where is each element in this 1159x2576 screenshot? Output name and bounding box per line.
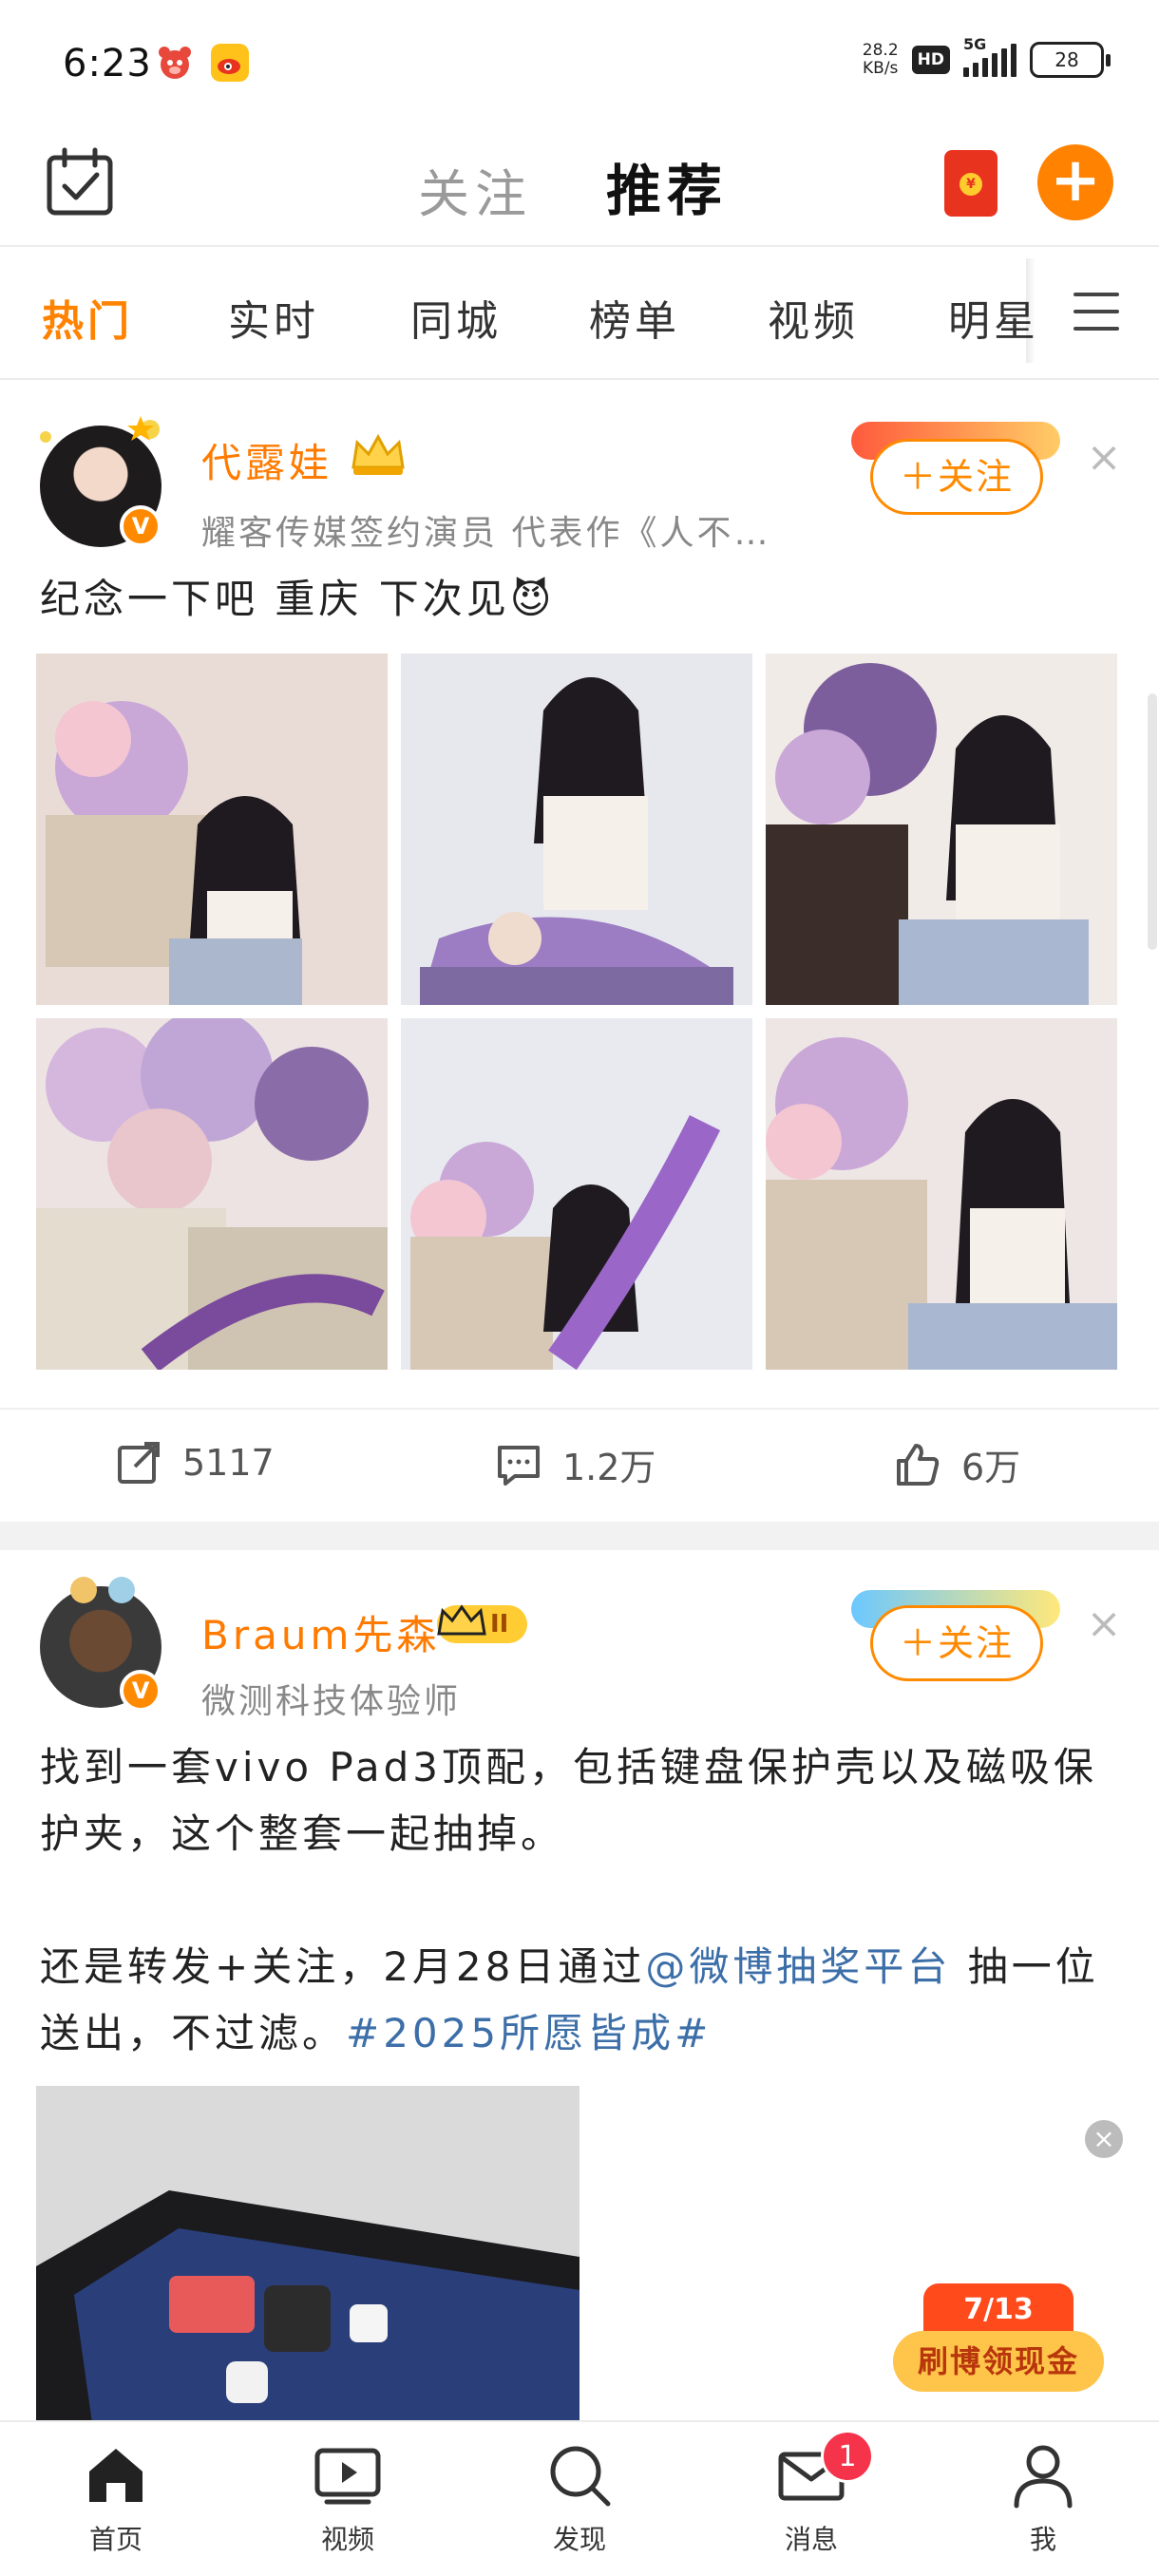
menu-icon[interactable] — [1074, 293, 1119, 331]
tab-recommend[interactable]: 推荐 — [606, 146, 728, 226]
status-bar: 6:23 28.2 KB/s HD 5G 28 — [0, 0, 1159, 123]
nav-discover[interactable]: 发现 — [522, 2439, 636, 2557]
vip-crown-icon — [352, 433, 405, 475]
signal-icon: 5G — [963, 35, 1016, 77]
close-icon[interactable]: × — [1085, 437, 1123, 479]
side-scroll-indicator — [1148, 693, 1157, 950]
reward-progress: 7/13 — [923, 2283, 1074, 2337]
coin-icon: ¥ — [960, 173, 982, 196]
comment-button[interactable]: 1.2万 — [494, 1438, 656, 1490]
battery-level: 28 — [1054, 48, 1079, 71]
reward-label: 刷博领现金 — [893, 2331, 1104, 2392]
top-header: 关注 推荐 ¥ + — [0, 123, 1159, 247]
avatar-frame-decoration — [40, 416, 160, 443]
repost-count: 5117 — [182, 1442, 275, 1484]
nav-messages[interactable]: 1 消息 — [754, 2430, 874, 2557]
status-indicators: 28.2 KB/s HD 5G 28 — [862, 35, 1111, 78]
post-photo[interactable] — [401, 1018, 752, 1370]
verified-badge-icon: V — [120, 1670, 162, 1712]
channel-bar: 热门 实时 同城 榜单 视频 明星 — [0, 249, 1159, 380]
post-text: 找到一套vivo Pad3顶配，包括键盘保护壳以及磁吸保 护夹，这个整套一起抽掉… — [40, 1744, 1099, 2056]
post-divider — [0, 1522, 1159, 1550]
post-photo[interactable] — [36, 653, 388, 1005]
weibo-notification-icon — [211, 44, 249, 82]
post-username[interactable]: Braum先森 — [201, 1603, 440, 1661]
channel-fade — [1026, 258, 1036, 363]
thumbs-up-icon — [897, 1443, 940, 1486]
channel-local[interactable]: 同城 — [410, 287, 502, 348]
user-description: 微测科技体验师 — [201, 1682, 462, 1721]
like-button[interactable]: 6万 — [893, 1438, 1020, 1490]
user-description: 耀客传媒签约演员 代表作《人不… — [201, 514, 771, 553]
share-icon — [118, 1442, 160, 1484]
post-photo[interactable] — [401, 653, 752, 1005]
follow-button[interactable]: ＋关注 — [870, 1605, 1043, 1681]
notification-app-icon — [156, 44, 194, 82]
profile-icon — [1014, 2445, 1073, 2509]
feed-post: V 代露娃 耀客传媒签约演员 代表作《人不… ＋关注 × 纪念一下吧 重庆 下次… — [0, 382, 1159, 1522]
vip-crown-icon — [437, 1604, 486, 1636]
post-photo[interactable] — [36, 1018, 388, 1370]
channel-realtime[interactable]: 实时 — [228, 287, 319, 348]
channel-video[interactable]: 视频 — [768, 287, 859, 348]
nav-video[interactable]: 视频 — [291, 2439, 405, 2557]
bear-ears-decoration-icon — [70, 1577, 135, 1603]
unread-badge: 1 — [821, 2430, 874, 2483]
calendar-check-icon[interactable] — [44, 146, 116, 218]
nav-profile[interactable]: 我 — [986, 2439, 1100, 2557]
comment-icon — [498, 1445, 540, 1486]
verified-badge-icon: V — [120, 505, 162, 547]
channel-hot[interactable]: 热门 — [42, 287, 133, 348]
comment-count: 1.2万 — [562, 1447, 656, 1488]
compose-add-button[interactable]: + — [1037, 144, 1113, 220]
repost-button[interactable]: 5117 — [114, 1438, 275, 1487]
status-time: 6:23 — [63, 42, 152, 85]
post-image[interactable] — [36, 2086, 580, 2430]
follow-button[interactable]: ＋关注 — [870, 439, 1043, 515]
hashtag-link[interactable]: #2025所愿皆成# — [346, 2010, 712, 2056]
channel-rankings[interactable]: 榜单 — [589, 287, 680, 348]
like-count: 6万 — [961, 1447, 1021, 1488]
search-icon — [550, 2446, 611, 2507]
dismiss-icon[interactable]: × — [1085, 2120, 1123, 2158]
mention-link[interactable]: @微博抽奖平台 — [645, 1943, 951, 1990]
network-speed: 28.2 KB/s — [862, 41, 899, 78]
home-icon — [89, 2449, 142, 2502]
post-photo[interactable] — [766, 1018, 1117, 1370]
bottom-navigation: 首页 视频 发现 1 消息 我 — [0, 2420, 1159, 2576]
close-icon[interactable]: × — [1085, 1603, 1123, 1645]
battery-icon: 28 — [1030, 42, 1111, 78]
post-photo[interactable] — [766, 653, 1117, 1005]
post-text: 纪念一下吧 重庆 下次见😈 — [40, 576, 556, 622]
tab-follow[interactable]: 关注 — [418, 152, 532, 227]
reward-floating-widget[interactable]: 7/13 刷博领现金 — [893, 2283, 1104, 2401]
post-username[interactable]: 代露娃 — [201, 431, 332, 489]
nav-home[interactable]: 首页 — [59, 2439, 173, 2557]
hd-badge: HD — [911, 46, 950, 74]
post-action-bar: 5117 1.2万 6万 — [0, 1408, 1159, 1522]
video-icon — [314, 2448, 381, 2505]
red-packet-button[interactable]: ¥ — [944, 150, 998, 217]
